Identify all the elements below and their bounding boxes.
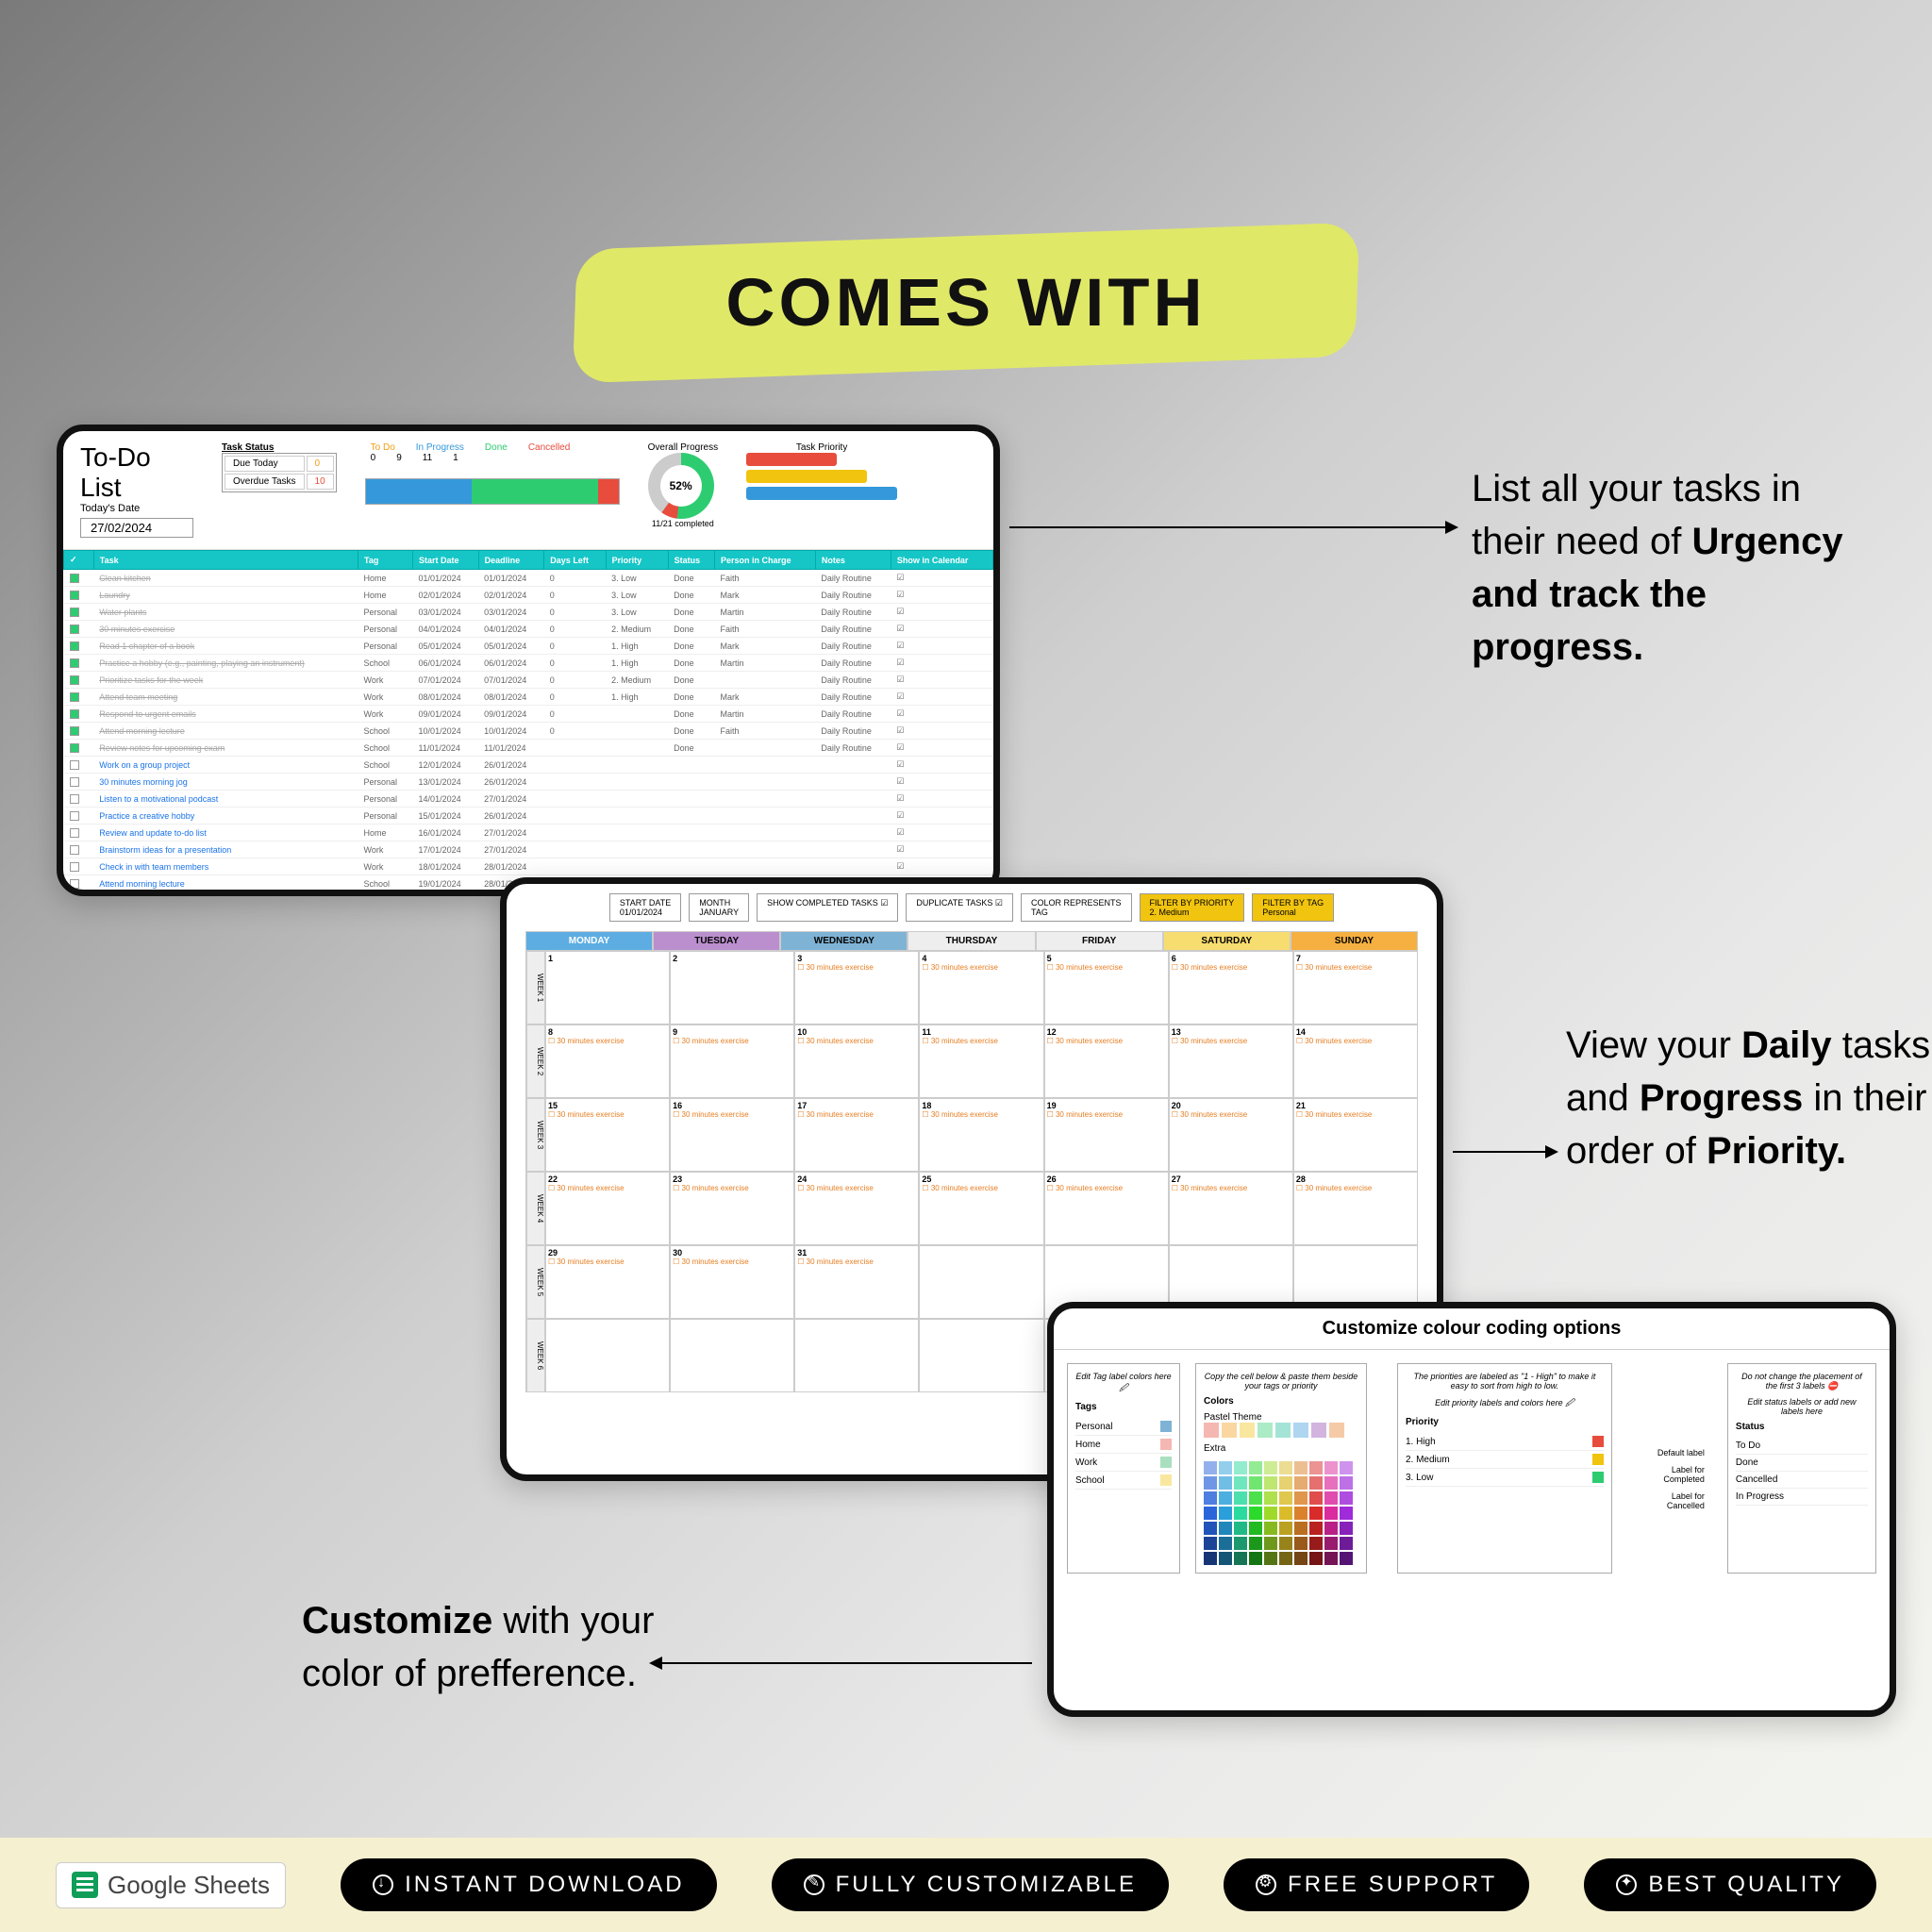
tags-list: PersonalHomeWorkSchool [1075,1418,1172,1490]
download-icon [373,1874,393,1895]
footer: Google Sheets INSTANT DOWNLOAD FULLY CUS… [0,1838,1932,1932]
sparkle-icon [1616,1874,1637,1895]
overall-label: Overall Progress [648,442,718,453]
headline-banner: COMES WITH [573,223,1359,384]
status-list: To DoDoneCancelledIn Progress [1736,1438,1868,1506]
todo-table[interactable]: ✓TaskTagStart DateDeadlineDays LeftPrior… [63,550,993,896]
priority-bars [746,453,897,500]
callout-customize: Customize with your color of prefference… [302,1594,679,1700]
status-legend: To Do In Progress Done Cancelled [365,442,620,453]
headline: COMES WITH [725,264,1206,341]
customizable-pill: FULLY CUSTOMIZABLE [772,1858,1169,1911]
extra-palette [1204,1461,1358,1565]
callout-urgency: List all your tasks in their need of Urg… [1472,462,1849,674]
google-sheets-badge: Google Sheets [56,1862,286,1908]
gear-icon [1256,1874,1276,1895]
todo-title: To-Do List [80,442,193,503]
customize-screenshot: Customize colour coding options Edit Tag… [1047,1302,1896,1717]
status-counts: 09111 [365,453,620,463]
sheets-icon [72,1872,98,1898]
calendar-filters: START DATE01/01/2024 MONTHJANUARY SHOW C… [507,884,1437,931]
arrow-icon [1453,1151,1557,1153]
priority-label: Task Priority [746,442,897,453]
todo-screenshot: To-Do List Today's Date 27/02/2024 Task … [57,425,1000,896]
calendar-header: MONDAYTUESDAYWEDNESDAYTHURSDAYFRIDAYSATU… [525,931,1418,951]
today-label: Today's Date [80,503,193,514]
arrow-icon [651,1662,1032,1664]
pastel-palette [1204,1423,1358,1438]
support-pill: FREE SUPPORT [1224,1858,1529,1911]
quality-pill: BEST QUALITY [1584,1858,1876,1911]
edit-icon [804,1874,824,1895]
callout-daily: View your Daily tasks and Progress in th… [1566,1019,1932,1177]
arrow-icon [1009,526,1457,528]
completed-text: 11/21 completed [648,519,718,528]
progress-donut: 52% [648,453,714,519]
today-date: 27/02/2024 [80,518,193,538]
status-summary: Due Today0 Overdue Tasks10 [222,453,337,492]
customize-title: Customize colour coding options [1054,1308,1890,1350]
task-status-label: Task Status [222,442,337,453]
status-bar [365,478,620,505]
instant-download-pill: INSTANT DOWNLOAD [341,1858,716,1911]
priority-list: 1. High2. Medium3. Low [1406,1433,1604,1487]
